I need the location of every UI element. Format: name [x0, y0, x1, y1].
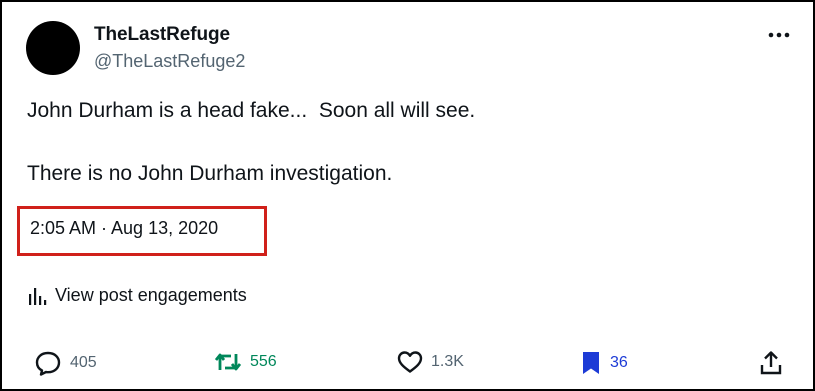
repost-count: 556 — [250, 353, 277, 370]
post-text-line-2: There is no John Durham investigation. — [27, 162, 393, 185]
reply-button[interactable]: 405 — [34, 350, 97, 376]
post-card: TheLastRefuge @TheLastRefuge2 John Durha… — [0, 0, 815, 391]
post-text-line-1: John Durham is a head fake... Soon all w… — [27, 99, 476, 122]
more-options-button[interactable] — [764, 24, 794, 46]
like-count: 1.3K — [431, 353, 464, 370]
repost-icon — [214, 353, 242, 371]
bookmark-button[interactable]: 36 — [580, 350, 628, 376]
avatar[interactable] — [26, 21, 80, 75]
view-engagements-label: View post engagements — [55, 285, 247, 305]
author-handle[interactable]: @TheLastRefuge2 — [94, 51, 245, 72]
author-display-name[interactable]: TheLastRefuge — [94, 24, 230, 46]
like-icon — [397, 351, 423, 373]
reply-icon — [35, 351, 61, 376]
more-icon — [768, 32, 790, 38]
bookmark-count: 36 — [610, 354, 628, 371]
timestamp-highlight: 2:05 AM · Aug 13, 2020 — [17, 206, 267, 256]
share-button[interactable] — [759, 350, 791, 376]
reply-count: 405 — [70, 354, 97, 371]
analytics-icon — [29, 287, 47, 305]
like-button[interactable]: 1.3K — [397, 350, 464, 374]
share-icon — [760, 351, 782, 375]
post-timestamp[interactable]: 2:05 AM · Aug 13, 2020 — [30, 218, 218, 239]
bookmark-icon — [583, 352, 599, 374]
repost-button[interactable]: 556 — [214, 350, 277, 374]
view-engagements-link[interactable]: View post engagements — [27, 285, 247, 306]
